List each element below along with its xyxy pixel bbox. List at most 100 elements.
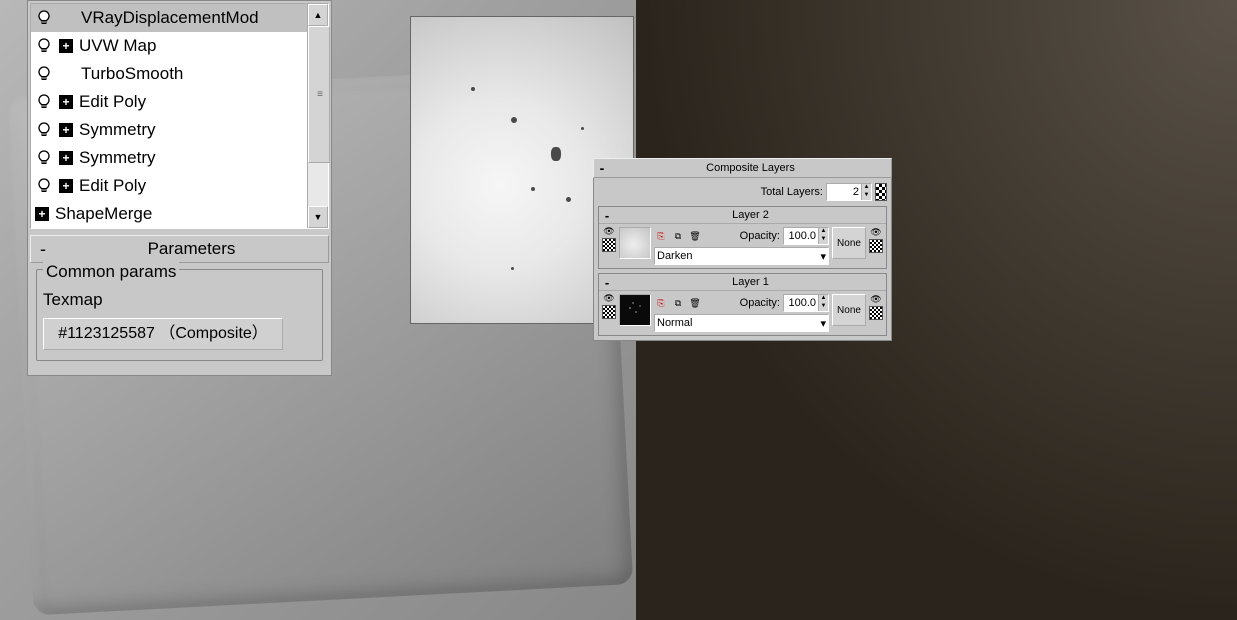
modifier-item-symmetry[interactable]: + Symmetry xyxy=(31,116,308,144)
modifier-item-shapemerge[interactable]: + ShapeMerge xyxy=(31,200,308,228)
blend-mode-value: Normal xyxy=(657,317,692,329)
modifier-item-symmetry[interactable]: + Symmetry xyxy=(31,144,308,172)
modifier-item-edit-poly[interactable]: + Edit Poly xyxy=(31,172,308,200)
expand-plus-icon[interactable]: + xyxy=(59,179,73,193)
mask-slot-button[interactable]: None xyxy=(832,294,866,326)
color-swatch-icon[interactable] xyxy=(875,183,887,201)
mask-visibility-icon[interactable]: 👁 xyxy=(870,294,881,305)
layer-header[interactable]: - Layer 2 xyxy=(599,207,886,224)
composite-body: Total Layers: ▲ ▼ - Layer 2 👁 xyxy=(593,178,892,341)
speck xyxy=(511,117,517,123)
texmap-slot-button[interactable]: #1123125587 （Composite） xyxy=(43,318,283,350)
expand-plus-icon[interactable]: + xyxy=(35,207,49,221)
collapse-icon: - xyxy=(594,160,610,176)
modifier-label: VRayDisplacementMod xyxy=(81,8,259,28)
mask-swatch-icon[interactable] xyxy=(869,306,883,320)
chevron-down-icon: ▾ xyxy=(820,317,826,330)
modifier-label: Edit Poly xyxy=(79,176,146,196)
layer-thumbnail[interactable] xyxy=(619,294,651,326)
modifier-item-vraydisplacementmod[interactable]: VRayDisplacementMod xyxy=(31,4,308,32)
layer-block-1: - Layer 2 👁 ⎘ ⧉ 🗑 Opacity: xyxy=(598,206,887,269)
spin-down-icon[interactable]: ▼ xyxy=(818,236,828,244)
modifier-list: VRayDisplacementMod +UVW Map TurboSmooth + E… xyxy=(30,3,329,229)
mask-visibility-icon[interactable]: 👁 xyxy=(870,227,881,238)
bulb-icon[interactable] xyxy=(35,65,53,83)
composite-title: Composite Layers xyxy=(610,162,891,174)
layer-block-2: - Layer 1 👁 ⎘ ⧉ 🗑 Opacity: xyxy=(598,273,887,336)
modifier-item-turbosmooth[interactable]: TurboSmooth xyxy=(31,60,308,88)
modifier-label: Symmetry xyxy=(79,148,156,168)
expand-plus-icon[interactable]: + xyxy=(59,151,73,165)
expand-plus-icon[interactable]: + xyxy=(59,123,73,137)
speck xyxy=(531,187,535,191)
layer-title: Layer 1 xyxy=(615,276,886,288)
speck xyxy=(471,87,475,91)
layer-header[interactable]: - Layer 1 xyxy=(599,274,886,291)
blend-mode-value: Darken xyxy=(657,250,692,262)
delete-layer-icon[interactable]: 🗑 xyxy=(688,229,702,243)
layer-title: Layer 2 xyxy=(615,209,886,221)
spin-up-icon[interactable]: ▲ xyxy=(818,228,828,236)
scroll-thumb[interactable]: ≡ xyxy=(308,26,330,163)
bulb-icon[interactable] xyxy=(35,149,53,167)
add-layer-icon[interactable]: ⎘ xyxy=(654,229,668,243)
mask-swatch-icon[interactable] xyxy=(869,239,883,253)
total-layers-input[interactable] xyxy=(827,184,861,200)
texmap-label: Texmap xyxy=(43,290,316,310)
bulb-icon[interactable] xyxy=(35,93,53,111)
rollout-collapse-icon: - xyxy=(31,239,55,260)
modifier-label: Symmetry xyxy=(79,120,156,140)
modifier-scrollbar[interactable]: ▲ ≡ ▼ xyxy=(307,4,328,228)
color-swatch-icon[interactable] xyxy=(602,305,616,319)
spin-up-icon[interactable]: ▲ xyxy=(861,184,871,192)
modifier-label: ShapeMerge xyxy=(55,204,152,224)
spin-down-icon[interactable]: ▼ xyxy=(818,303,828,311)
opacity-spinner[interactable]: ▲ ▼ xyxy=(783,294,829,312)
scroll-up-button[interactable]: ▲ xyxy=(308,4,328,26)
modifier-item-uvw-map[interactable]: +UVW Map xyxy=(31,32,308,60)
visibility-icon[interactable]: 👁 xyxy=(602,294,616,304)
opacity-label: Opacity: xyxy=(740,297,780,309)
modifier-label: TurboSmooth xyxy=(81,64,183,84)
spin-down-icon[interactable]: ▼ xyxy=(861,192,871,200)
total-layers-row: Total Layers: ▲ ▼ xyxy=(598,182,887,202)
modifier-item-edit-poly[interactable]: + Edit Poly xyxy=(31,88,308,116)
delete-layer-icon[interactable]: 🗑 xyxy=(688,296,702,310)
composite-title-bar[interactable]: - Composite Layers xyxy=(593,158,892,178)
duplicate-layer-icon[interactable]: ⧉ xyxy=(671,296,685,310)
modifier-stack-panel: VRayDisplacementMod +UVW Map TurboSmooth + E… xyxy=(27,0,332,376)
duplicate-layer-icon[interactable]: ⧉ xyxy=(671,229,685,243)
scroll-down-button[interactable]: ▼ xyxy=(308,206,328,228)
expand-plus-icon[interactable]: + xyxy=(59,39,73,53)
opacity-input[interactable] xyxy=(784,295,818,311)
bulb-icon[interactable] xyxy=(35,177,53,195)
mask-slot-button[interactable]: None xyxy=(832,227,866,259)
blend-mode-select[interactable]: Darken ▾ xyxy=(654,247,829,265)
speck xyxy=(551,147,561,161)
common-params-group: Common params Texmap #1123125587 （Compos… xyxy=(36,269,323,361)
chevron-down-icon: ▾ xyxy=(820,250,826,263)
common-params-label: Common params xyxy=(43,262,179,281)
layer-thumbnail[interactable] xyxy=(619,227,651,259)
rollout-title: Parameters xyxy=(55,239,328,259)
bulb-icon[interactable] xyxy=(35,37,53,55)
expand-plus-icon[interactable]: + xyxy=(59,95,73,109)
opacity-input[interactable] xyxy=(784,228,818,244)
color-swatch-icon[interactable] xyxy=(602,238,616,252)
speck xyxy=(511,267,514,270)
collapse-icon: - xyxy=(599,208,615,223)
total-layers-label: Total Layers: xyxy=(761,186,823,198)
total-layers-spinner[interactable]: ▲ ▼ xyxy=(826,183,872,201)
modifier-label: Edit Poly xyxy=(79,92,146,112)
add-layer-icon[interactable]: ⎘ xyxy=(654,296,668,310)
bulb-icon[interactable] xyxy=(35,121,53,139)
opacity-spinner[interactable]: ▲ ▼ xyxy=(783,227,829,245)
blend-mode-select[interactable]: Normal ▾ xyxy=(654,314,829,332)
composite-layers-panel: - Composite Layers Total Layers: ▲ ▼ - L… xyxy=(593,158,892,341)
bulb-icon[interactable] xyxy=(35,9,53,27)
scroll-track[interactable]: ≡ xyxy=(308,26,328,206)
spin-up-icon[interactable]: ▲ xyxy=(818,295,828,303)
visibility-icon[interactable]: 👁 xyxy=(602,227,616,237)
speck xyxy=(566,197,571,202)
parameters-rollout-header[interactable]: - Parameters xyxy=(30,235,329,263)
